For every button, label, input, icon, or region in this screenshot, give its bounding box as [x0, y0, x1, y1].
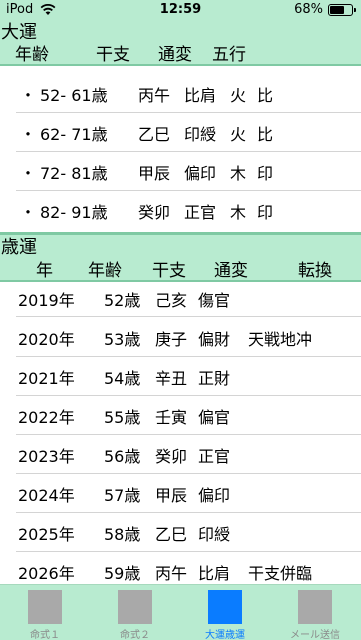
- saiun-row[interactable]: 2019年 52歳 己亥 傷官: [0, 279, 361, 318]
- saiun-year: 2022年: [18, 408, 75, 427]
- taiun-kanshi: 丙午: [138, 86, 171, 105]
- saiun-age: 52歳: [104, 291, 141, 310]
- saiun-age: 58歳: [104, 525, 141, 544]
- saiun-col-year: 年: [36, 261, 53, 281]
- tab-label: 命式１: [30, 630, 60, 640]
- saiun-tenkan: 干支併臨: [248, 564, 313, 583]
- status-bar: iPod 12:59 68%: [0, 0, 361, 20]
- taiun-row[interactable]: ・ 52- 61歳 丙午 比肩 火 比: [0, 74, 361, 112]
- taiun-age-range: 72- 81歳: [40, 164, 108, 183]
- saiun-row[interactable]: 2025年 58歳 乙巳 印綬: [0, 513, 361, 552]
- saiun-year: 2020年: [18, 330, 75, 349]
- saiun-kanshi: 己亥: [155, 291, 188, 310]
- taiun-tsuhen: 印綬: [184, 125, 217, 144]
- saiun-tsuhen: 偏官: [198, 408, 231, 427]
- tab-bar: 命式１ 命式２ 大運歳運 メール送信: [0, 584, 361, 640]
- saiun-age: 57歳: [104, 486, 141, 505]
- tab-label: メール送信: [290, 630, 340, 640]
- saiun-kanshi: 庚子: [155, 330, 188, 349]
- saiun-kanshi: 癸卯: [155, 447, 188, 466]
- taiun-relation: 比: [257, 86, 274, 105]
- saiun-age: 59歳: [104, 564, 141, 583]
- taiun-kanshi: 乙巳: [138, 125, 171, 144]
- taiun-relation: 比: [257, 125, 274, 144]
- bullet: ・: [20, 203, 37, 222]
- taiun-title: 大運: [1, 22, 37, 43]
- taiun-row[interactable]: ・ 62- 71歳 乙巳 印綬 火 比: [0, 113, 361, 151]
- row-divider: [16, 316, 361, 317]
- saiun-tsuhen: 正財: [198, 369, 231, 388]
- saiun-title: 歳運: [1, 237, 37, 258]
- taiun-gogyo: 火: [230, 86, 247, 105]
- saiun-age: 55歳: [104, 408, 141, 427]
- saiun-year: 2023年: [18, 447, 75, 466]
- taiun-section-header: 大運 年齢 干支 通変 五行: [0, 20, 361, 66]
- saiun-age: 54歳: [104, 369, 141, 388]
- saiun-kanshi: 壬寅: [155, 408, 188, 427]
- saiun-year: 2026年: [18, 564, 75, 583]
- saiun-tsuhen: 傷官: [198, 291, 231, 310]
- bullet: ・: [20, 125, 37, 144]
- saiun-col-tsuhen: 通変: [214, 261, 248, 281]
- saiun-kanshi: 乙巳: [155, 525, 188, 544]
- taiun-col-kanshi: 干支: [96, 45, 130, 65]
- saiun-year: 2019年: [18, 291, 75, 310]
- saiun-year: 2024年: [18, 486, 75, 505]
- tab-mail-send[interactable]: メール送信: [270, 585, 360, 640]
- taiun-col-age: 年齢: [15, 45, 49, 65]
- tab-label: 命式２: [120, 630, 150, 640]
- taiun-tsuhen: 正官: [184, 203, 217, 222]
- taiun-relation: 印: [257, 164, 274, 183]
- saiun-row[interactable]: 2021年 54歳 辛丑 正財: [0, 357, 361, 396]
- saiun-tsuhen: 正官: [198, 447, 231, 466]
- mail-send-icon: [298, 590, 332, 624]
- tab-meishiki-1[interactable]: 命式１: [0, 585, 90, 640]
- saiun-tsuhen: 比肩: [198, 564, 231, 583]
- saiun-row[interactable]: 2020年 53歳 庚子 偏財 天戦地冲: [0, 318, 361, 357]
- saiun-year: 2021年: [18, 369, 75, 388]
- saiun-kanshi: 丙午: [155, 564, 188, 583]
- taiun-tsuhen: 比肩: [184, 86, 217, 105]
- taiun-age-range: 82- 91歳: [40, 203, 108, 222]
- saiun-row[interactable]: 2024年 57歳 甲辰 偏印: [0, 474, 361, 513]
- saiun-age: 53歳: [104, 330, 141, 349]
- saiun-col-age: 年齢: [88, 261, 122, 281]
- meishiki-1-icon: [28, 590, 62, 624]
- meishiki-2-icon: [118, 590, 152, 624]
- bullet: ・: [20, 164, 37, 183]
- taiun-row[interactable]: ・ 82- 91歳 癸卯 正官 木 印: [0, 191, 361, 229]
- taiun-age-range: 52- 61歳: [40, 86, 108, 105]
- saiun-section-header: 歳運 年 年齢 干支 通変 転換: [0, 232, 361, 282]
- battery-icon: [328, 4, 356, 16]
- tab-label: 大運歳運: [205, 630, 245, 640]
- taiun-kanshi: 癸卯: [138, 203, 171, 222]
- saiun-tenkan: 天戦地冲: [248, 330, 313, 349]
- saiun-col-tenkan: 転換: [298, 261, 332, 281]
- saiun-row[interactable]: 2023年 56歳 癸卯 正官: [0, 435, 361, 474]
- tab-taiun-saiun[interactable]: 大運歳運: [180, 585, 270, 640]
- saiun-year: 2025年: [18, 525, 75, 544]
- taiun-kanshi: 甲辰: [138, 164, 171, 183]
- taiun-gogyo: 木: [230, 203, 247, 222]
- saiun-age: 56歳: [104, 447, 141, 466]
- taiun-gogyo: 火: [230, 125, 247, 144]
- taiun-row[interactable]: ・ 72- 81歳 甲辰 偏印 木 印: [0, 152, 361, 190]
- taiun-tsuhen: 偏印: [184, 164, 217, 183]
- taiun-saiun-icon: [208, 590, 242, 624]
- taiun-col-tsuhen: 通変: [158, 45, 192, 65]
- saiun-col-kanshi: 干支: [152, 261, 186, 281]
- saiun-tsuhen: 印綬: [198, 525, 231, 544]
- saiun-kanshi: 辛丑: [155, 369, 188, 388]
- taiun-col-gogyo: 五行: [212, 45, 246, 65]
- bullet: ・: [20, 86, 37, 105]
- taiun-age-range: 62- 71歳: [40, 125, 108, 144]
- saiun-kanshi: 甲辰: [155, 486, 188, 505]
- tab-meishiki-2[interactable]: 命式２: [90, 585, 180, 640]
- saiun-tsuhen: 偏財: [198, 330, 231, 349]
- taiun-relation: 印: [257, 203, 274, 222]
- saiun-row[interactable]: 2022年 55歳 壬寅 偏官: [0, 396, 361, 435]
- saiun-tsuhen: 偏印: [198, 486, 231, 505]
- battery-percent: 68%: [294, 2, 323, 17]
- taiun-gogyo: 木: [230, 164, 247, 183]
